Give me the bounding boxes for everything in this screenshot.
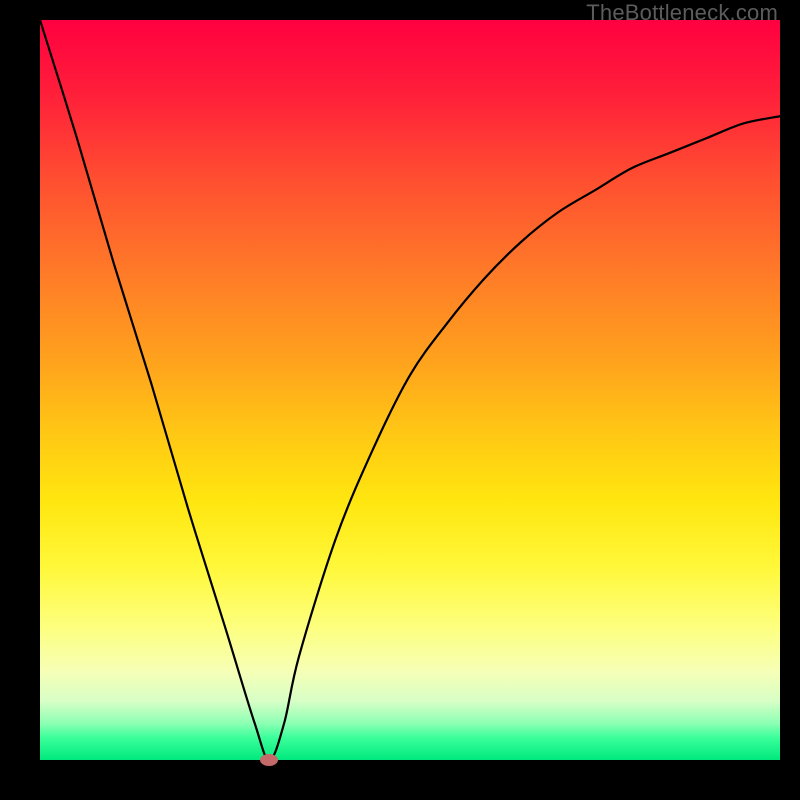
watermark-text: TheBottleneck.com [586, 0, 778, 26]
plot-area [40, 20, 780, 760]
minimum-marker [260, 754, 278, 766]
chart-frame: TheBottleneck.com [0, 0, 800, 800]
bottleneck-curve [40, 20, 780, 760]
